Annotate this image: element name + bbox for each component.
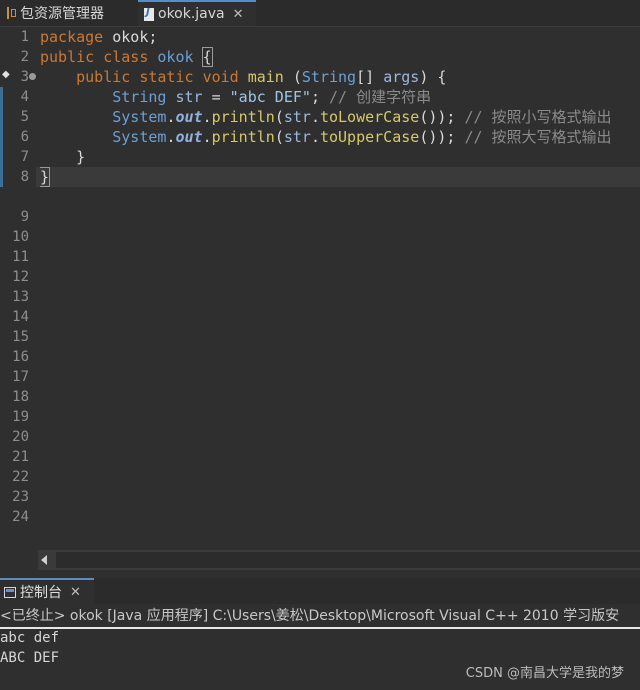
line-number: 11: [12, 249, 29, 265]
line-number: 1: [20, 29, 29, 45]
line-number: 22: [12, 469, 29, 485]
package-explorer-icon: [6, 6, 16, 20]
console-icon: [4, 586, 16, 598]
close-icon[interactable]: ✕: [70, 585, 81, 600]
console-status-header: <已终止> okok [Java 应用程序] C:\Users\姜松\Deskt…: [0, 605, 640, 629]
tab-package-explorer-label: 包资源管理器: [20, 6, 104, 22]
watermark: CSDN @南昌大学是我的梦: [465, 666, 624, 681]
line-number: 16: [12, 349, 29, 365]
editor-tab-bar: 包资源管理器 okok.java ✕: [0, 0, 640, 27]
line-number: 18: [12, 389, 29, 405]
line-number: 24: [12, 509, 29, 525]
code-line: package okok;: [40, 28, 158, 46]
scrollbar-thumb[interactable]: [56, 552, 640, 568]
tab-okok-java-label: okok.java: [158, 6, 225, 22]
code-line: }: [76, 148, 86, 166]
code-line: System.out.println(str.toLowerCase()); /…: [112, 108, 612, 126]
code-line: }: [40, 167, 51, 187]
tab-console[interactable]: 控制台 ✕: [0, 578, 94, 604]
scroll-left-arrow-icon[interactable]: [41, 555, 47, 565]
tab-console-label: 控制台: [20, 585, 62, 601]
line-number: 5: [20, 109, 29, 125]
line-number: 12: [12, 269, 29, 285]
line-number: 21: [12, 449, 29, 465]
code-line: System.out.println(str.toUpperCase()); /…: [112, 128, 612, 146]
line-number-gutter: 1 2 3 ◆ 4 5 6 7 8 9 10 11 12 13 14 15 16…: [0, 27, 36, 550]
line-number: 15: [12, 329, 29, 345]
line-number: 14: [12, 309, 29, 325]
line-number: 17: [12, 369, 29, 385]
code-line: String str = "abc DEF"; // 创建字符串: [112, 88, 432, 106]
code-line: public class okok {: [40, 47, 213, 67]
line-number: 10: [12, 229, 29, 245]
line-number: 19: [12, 409, 29, 425]
line-number: 8: [20, 169, 29, 185]
tab-okok-java[interactable]: okok.java ✕: [138, 0, 256, 26]
run-marker-icon[interactable]: ◆: [2, 69, 10, 80]
text-caret: [49, 169, 51, 186]
console-output-line: ABC DEF: [0, 650, 60, 666]
line-number: 13: [12, 289, 29, 305]
line-number: 20: [12, 429, 29, 445]
console-output-line: abc def: [0, 630, 60, 646]
line-number: 7: [20, 149, 29, 165]
java-file-icon: [144, 7, 154, 21]
code-text-area[interactable]: package okok; public class okok { public…: [40, 27, 640, 550]
line-number: 23: [12, 489, 29, 505]
code-line: public static void main (String[] args) …: [76, 68, 447, 86]
fold-toggle-icon[interactable]: [29, 73, 36, 80]
line-number: 9: [20, 209, 29, 225]
horizontal-scrollbar[interactable]: [38, 550, 640, 570]
line-number: 6: [20, 129, 29, 145]
console-tab-bar: 控制台 ✕: [0, 578, 640, 604]
tab-package-explorer[interactable]: 包资源管理器: [0, 0, 128, 26]
close-icon[interactable]: ✕: [233, 7, 244, 22]
line-number: 2: [20, 49, 29, 65]
code-editor[interactable]: 1 2 3 ◆ 4 5 6 7 8 9 10 11 12 13 14 15 16…: [0, 27, 640, 550]
line-number: 4: [20, 89, 29, 105]
